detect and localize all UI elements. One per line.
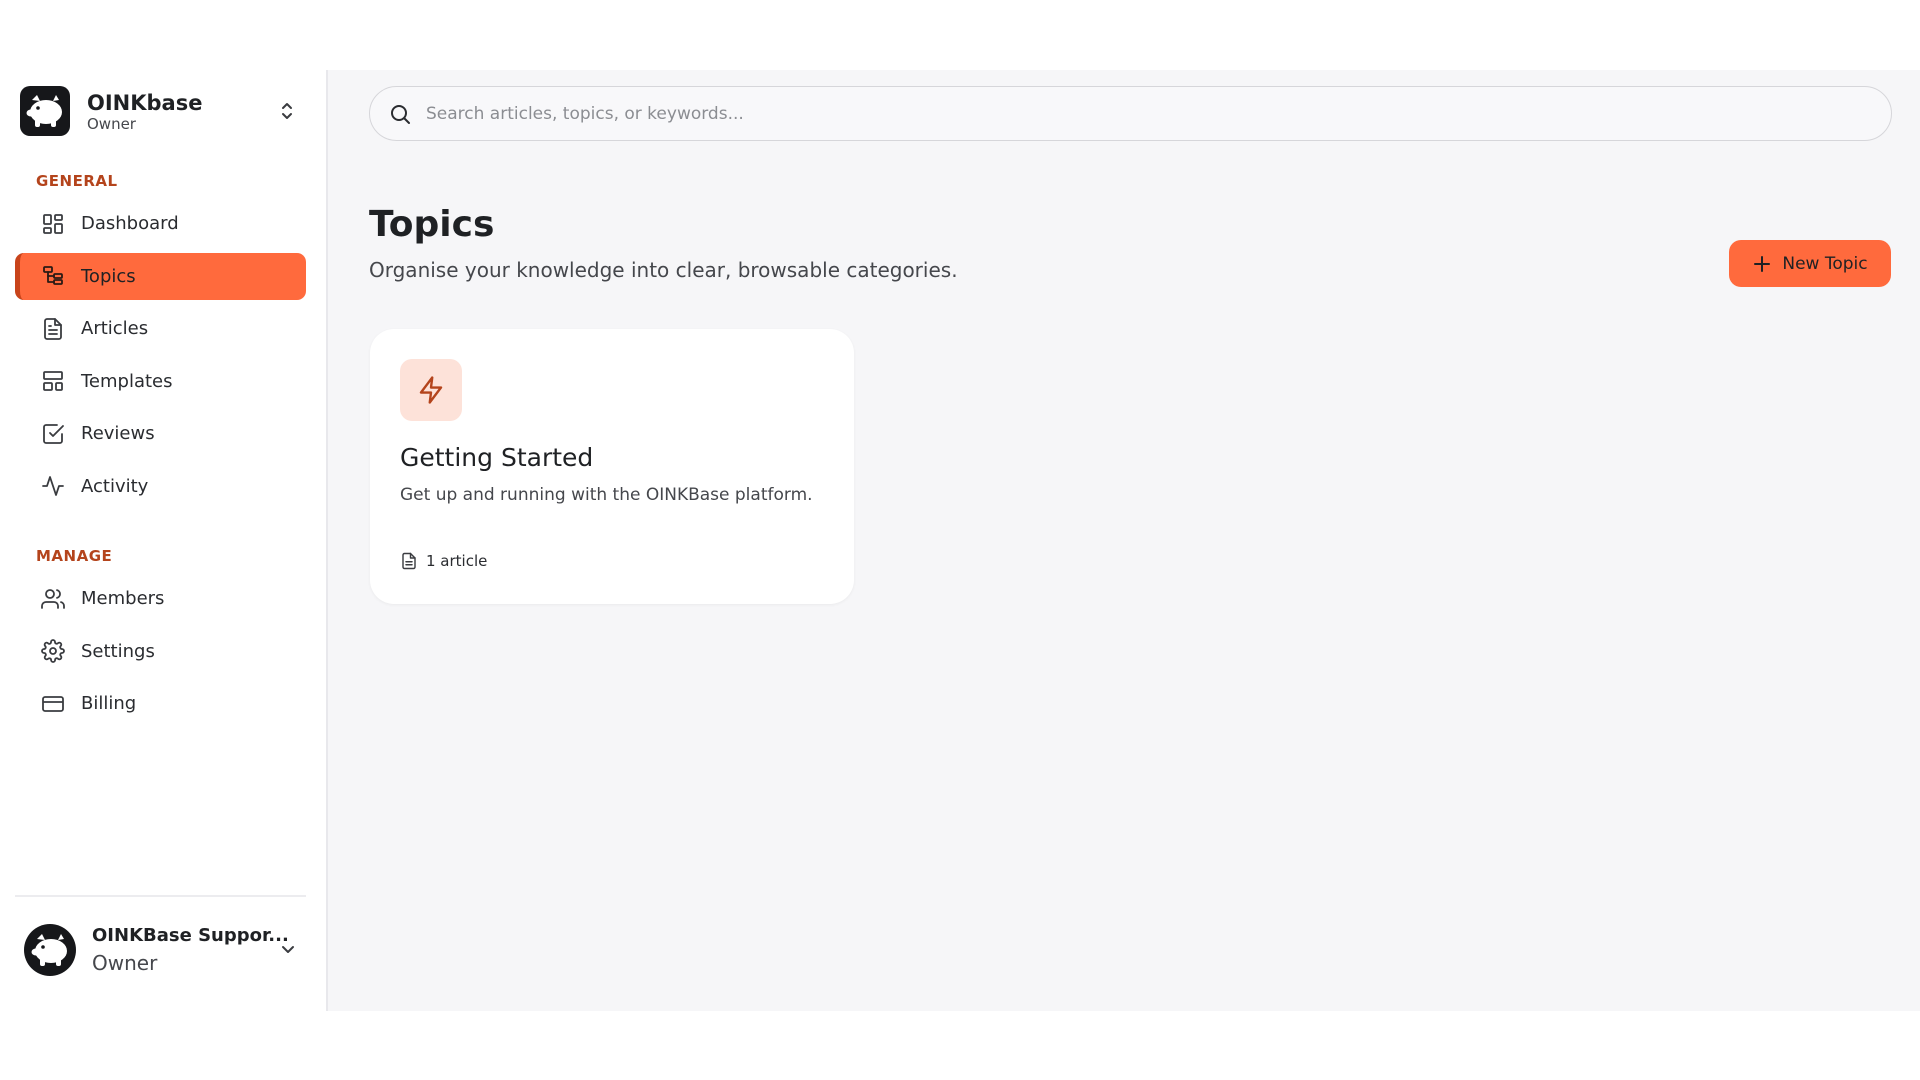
sidebar-item-topics[interactable]: Topics — [15, 252, 306, 300]
section-label-manage: MANAGE — [36, 547, 113, 565]
topic-card-getting-started[interactable]: Getting Started Get up and running with … — [370, 329, 854, 604]
check-square-icon — [41, 422, 65, 446]
sidebar-item-dashboard[interactable]: Dashboard — [15, 200, 306, 247]
topic-name: Getting Started — [400, 443, 594, 472]
dashboard-icon — [41, 212, 65, 236]
chevron-down-icon — [276, 937, 300, 961]
sidebar-item-label: Dashboard — [81, 213, 179, 234]
credit-card-icon — [41, 692, 65, 716]
sidebar: OINKbase Owner GENERAL Dashboard Topics … — [0, 70, 328, 1011]
workspace-role: Owner — [87, 114, 136, 133]
new-topic-label: New Topic — [1782, 253, 1868, 274]
avatar — [24, 924, 76, 976]
user-name: OINKBase Suppor... — [92, 925, 289, 946]
plus-icon — [1752, 254, 1772, 274]
sidebar-item-label: Activity — [81, 475, 149, 497]
sidebar-item-label: Templates — [81, 370, 173, 392]
app-window: OINKbase Owner GENERAL Dashboard Topics … — [0, 70, 1920, 1011]
workspace-switcher[interactable]: OINKbase Owner — [20, 85, 304, 137]
new-topic-button[interactable]: New Topic — [1729, 240, 1891, 287]
pig-logo-icon — [20, 86, 70, 136]
sidebar-item-label: Billing — [81, 693, 137, 715]
section-label-general: GENERAL — [36, 172, 118, 190]
search-input[interactable] — [426, 103, 1826, 124]
chevron-up-down-icon — [276, 99, 298, 123]
sidebar-item-label: Topics — [81, 265, 136, 287]
activity-icon — [41, 474, 65, 498]
sidebar-item-label: Articles — [81, 318, 149, 340]
sidebar-item-label: Settings — [81, 640, 155, 662]
user-menu[interactable]: OINKBase Suppor... Owner — [24, 920, 300, 980]
sidebar-divider — [15, 895, 306, 897]
templates-icon — [41, 369, 65, 393]
lightning-icon — [416, 375, 446, 405]
document-icon — [400, 552, 418, 570]
sidebar-item-articles[interactable]: Articles — [15, 305, 306, 352]
page-title: Topics — [369, 204, 495, 245]
search-bar[interactable] — [369, 86, 1892, 141]
gear-icon — [41, 639, 65, 663]
main-content: Topics Organise your knowledge into clea… — [328, 70, 1920, 1011]
search-icon — [388, 102, 412, 126]
manage-nav: Members Settings Billing — [15, 575, 306, 733]
sidebar-item-label: Members — [81, 588, 165, 609]
article-icon — [41, 317, 65, 341]
general-nav: Dashboard Topics Articles Templates Revi… — [15, 200, 306, 516]
sidebar-item-reviews[interactable]: Reviews — [15, 410, 306, 457]
sidebar-item-members[interactable]: Members — [15, 575, 306, 622]
workspace-name: OINKbase — [87, 90, 203, 115]
topic-icon-tile — [400, 359, 462, 421]
user-role: Owner — [92, 951, 158, 975]
sidebar-item-settings[interactable]: Settings — [15, 628, 306, 675]
article-count-label: 1 article — [426, 552, 488, 570]
users-icon — [41, 587, 65, 611]
sidebar-item-templates[interactable]: Templates — [15, 358, 306, 405]
topic-description: Get up and running with the OINKBase pla… — [400, 485, 813, 505]
sidebar-item-billing[interactable]: Billing — [15, 680, 306, 727]
page-subtitle: Organise your knowledge into clear, brow… — [369, 258, 958, 282]
topics-icon — [41, 264, 65, 288]
sidebar-item-activity[interactable]: Activity — [15, 463, 306, 510]
sidebar-item-label: Reviews — [81, 423, 155, 445]
topic-article-count: 1 article — [400, 552, 487, 570]
